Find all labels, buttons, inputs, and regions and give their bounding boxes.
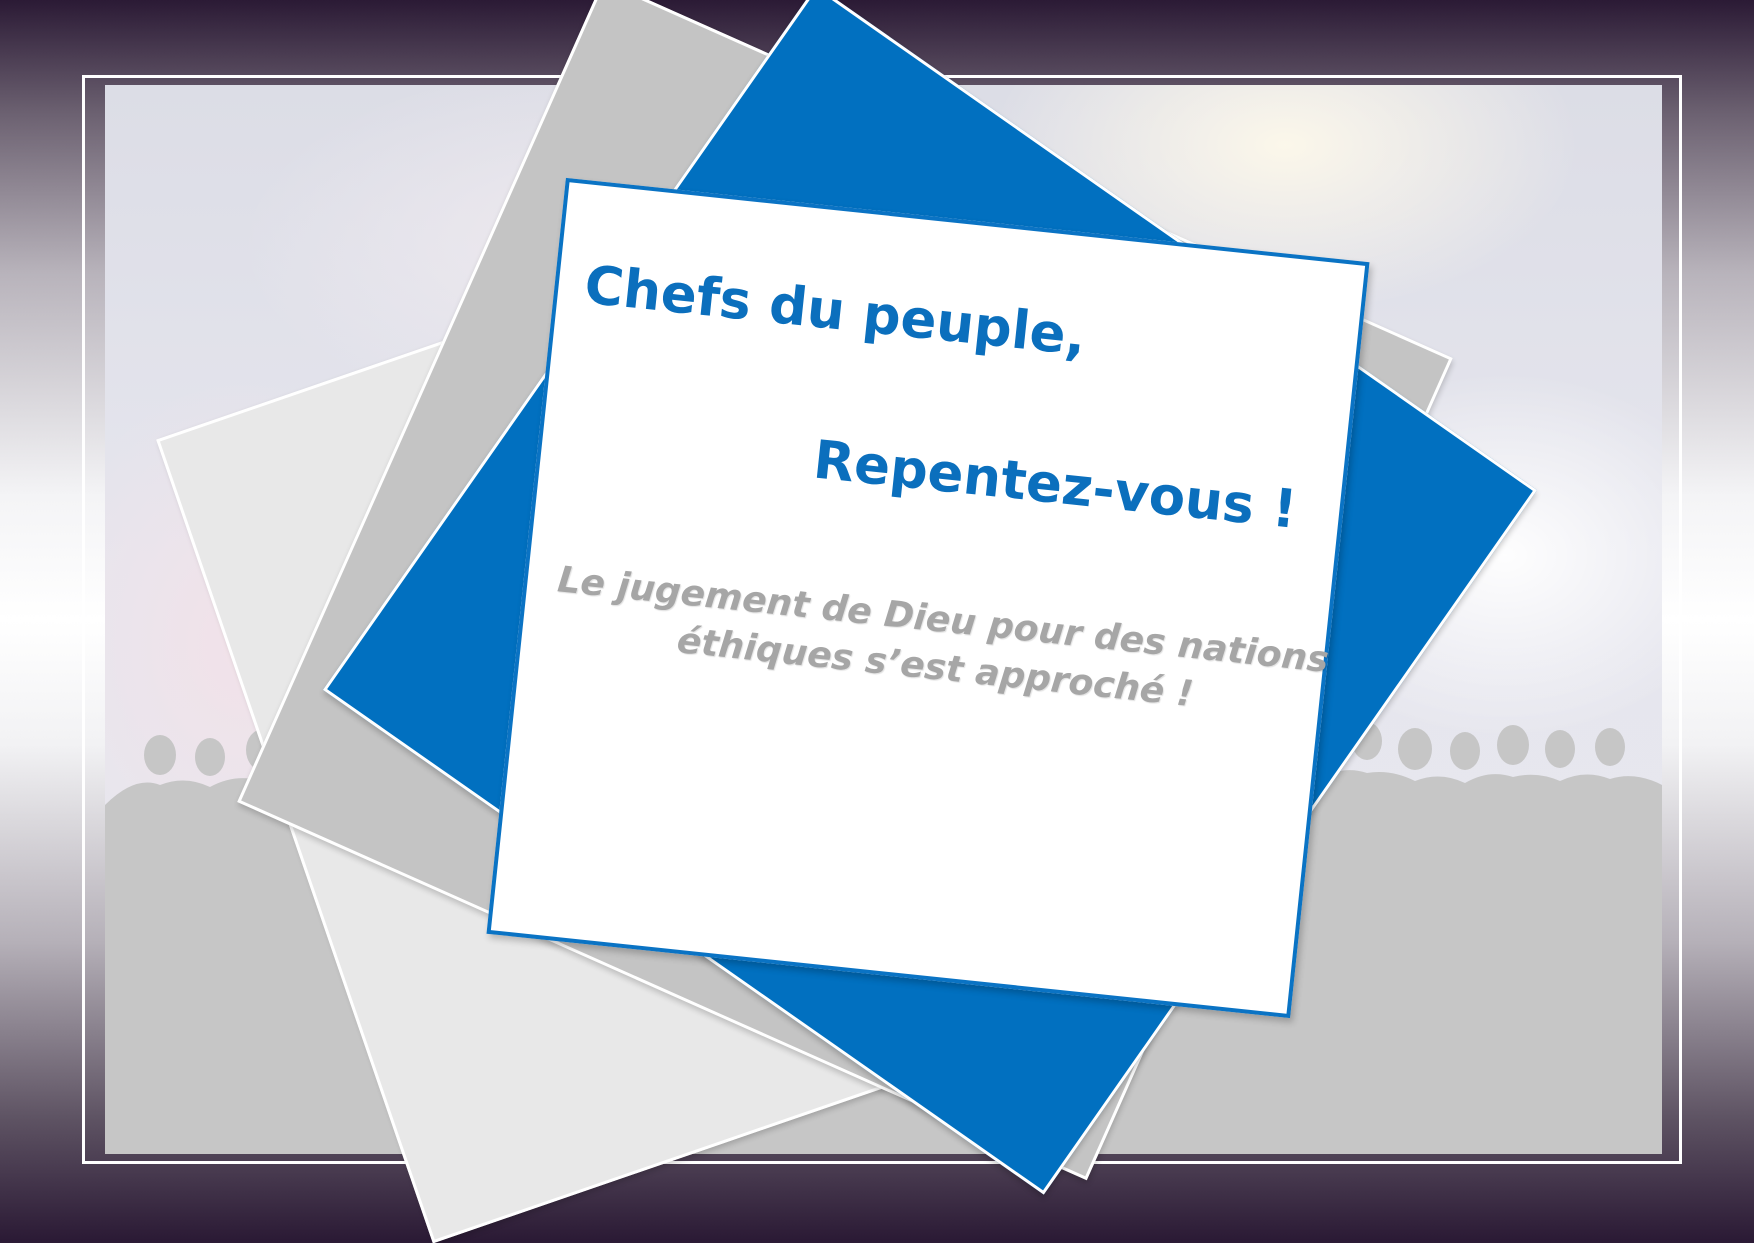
crowd-silhouette bbox=[105, 722, 1662, 1154]
inner-white-frame bbox=[82, 75, 1682, 1164]
slide: { "slide": { "title": { "line1": "Chefs … bbox=[0, 0, 1754, 1243]
inner-background bbox=[105, 85, 1662, 1154]
